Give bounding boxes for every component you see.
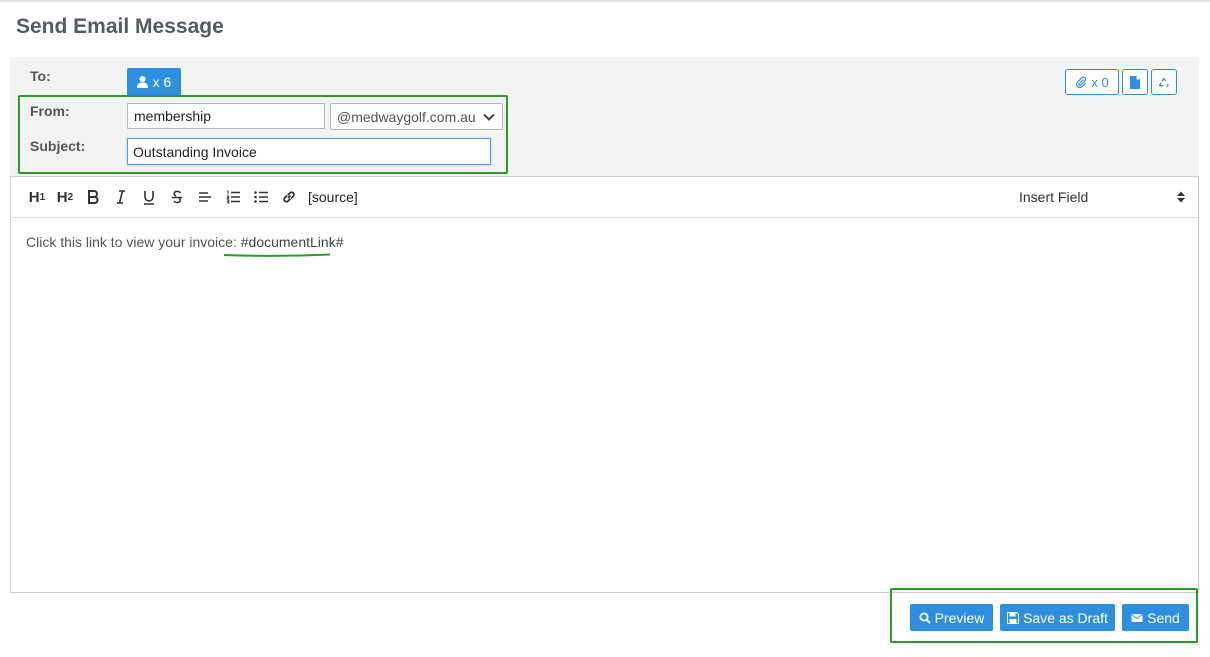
action-buttons-highlight: Preview Save as Draft Send xyxy=(890,588,1198,643)
chevron-down-icon xyxy=(483,113,495,121)
strikethrough-icon xyxy=(172,190,182,204)
recycle-button[interactable] xyxy=(1151,69,1177,95)
paperclip-icon xyxy=(1076,76,1087,88)
editor-content[interactable]: Click this link to view your invoice: #d… xyxy=(11,218,1198,266)
strikethrough-button[interactable] xyxy=(163,183,191,211)
header-tools: x 0 xyxy=(1065,69,1177,95)
italic-icon xyxy=(117,190,125,204)
editor-toolbar: H1 H2 [source] Insert Field xyxy=(11,177,1198,218)
link-highlight-underline xyxy=(223,253,331,257)
align-button[interactable] xyxy=(191,183,219,211)
source-button[interactable]: [source] xyxy=(308,189,358,205)
bold-icon xyxy=(88,190,99,204)
send-label: Send xyxy=(1147,609,1180,626)
save-draft-button[interactable]: Save as Draft xyxy=(1000,604,1115,631)
preview-label: Preview xyxy=(934,609,985,626)
document-link-field: #documentLink# xyxy=(240,234,344,250)
heading2-button[interactable]: H2 xyxy=(51,183,79,211)
bold-button[interactable] xyxy=(79,183,107,211)
preview-button[interactable]: Preview xyxy=(910,604,993,631)
body-text: Click this link to view your invoice: xyxy=(26,234,241,250)
italic-button[interactable] xyxy=(107,183,135,211)
link-icon xyxy=(283,191,295,203)
user-icon xyxy=(136,75,148,88)
domain-value: @medwaygolf.com.au xyxy=(337,108,476,125)
recipients-button[interactable]: x 6 xyxy=(127,68,181,95)
floppy-disk-icon xyxy=(1007,611,1020,624)
from-input[interactable] xyxy=(127,103,325,129)
unordered-list-icon xyxy=(254,191,268,203)
heading1-button[interactable]: H1 xyxy=(23,183,51,211)
search-icon xyxy=(919,612,931,624)
save-draft-label: Save as Draft xyxy=(1023,609,1108,626)
email-header-panel: To: x 6 From: @medwaygolf.com.au Subject… xyxy=(10,57,1199,176)
subject-label: Subject: xyxy=(30,138,86,154)
align-left-icon xyxy=(199,192,211,202)
insert-field-select[interactable]: Insert Field xyxy=(1014,184,1186,210)
ordered-list-button[interactable] xyxy=(219,183,247,211)
top-border xyxy=(0,0,1210,2)
attachment-count: x 0 xyxy=(1091,74,1109,90)
domain-select[interactable]: @medwaygolf.com.au xyxy=(330,103,503,130)
sort-caret-icon xyxy=(1177,191,1185,203)
attachments-button[interactable]: x 0 xyxy=(1065,69,1119,95)
ordered-list-icon xyxy=(226,190,240,204)
send-button[interactable]: Send xyxy=(1122,604,1189,631)
recycle-icon xyxy=(1158,76,1169,88)
h1-subscript: 1 xyxy=(39,191,46,203)
link-button[interactable] xyxy=(275,183,303,211)
underline-button[interactable] xyxy=(135,183,163,211)
file-icon xyxy=(1130,75,1140,89)
unordered-list-button[interactable] xyxy=(247,183,275,211)
insert-field-label: Insert Field xyxy=(1019,189,1089,205)
page-title: Send Email Message xyxy=(16,15,224,38)
h2-subscript: 2 xyxy=(67,191,74,203)
envelope-icon xyxy=(1131,613,1143,622)
h2-text: H xyxy=(56,188,68,206)
h1-text: H xyxy=(28,188,40,206)
recipient-count: x 6 xyxy=(152,73,172,90)
to-label: To: xyxy=(30,68,51,84)
underline-icon xyxy=(144,191,154,205)
document-button[interactable] xyxy=(1122,69,1148,95)
message-editor: H1 H2 [source] Insert Field Click this l… xyxy=(10,176,1199,593)
from-label: From: xyxy=(30,103,70,119)
subject-input[interactable] xyxy=(127,138,491,165)
